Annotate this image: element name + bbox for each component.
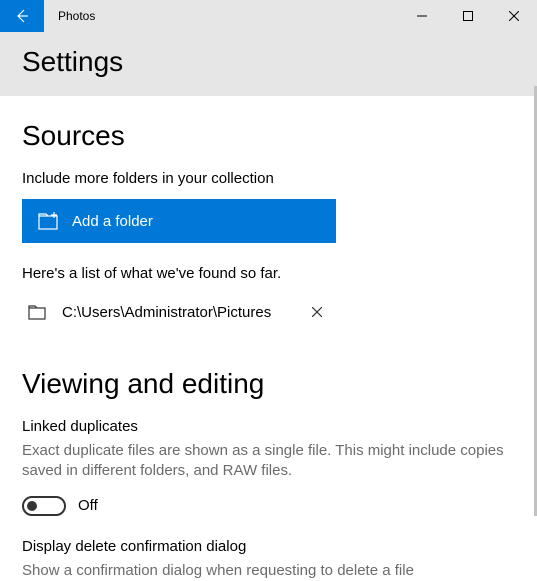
linked-duplicates-toggle-row: Off bbox=[22, 496, 515, 516]
close-icon bbox=[509, 11, 519, 21]
sources-heading: Sources bbox=[22, 120, 515, 152]
back-button[interactable] bbox=[0, 0, 44, 32]
remove-icon bbox=[312, 307, 322, 317]
found-so-far-text: Here's a list of what we've found so far… bbox=[22, 265, 515, 282]
app-title: Photos bbox=[58, 9, 399, 23]
minimize-button[interactable] bbox=[399, 0, 445, 32]
minimize-icon bbox=[417, 11, 427, 21]
window-controls bbox=[399, 0, 537, 32]
include-folders-text: Include more folders in your collection bbox=[22, 170, 515, 187]
delete-dialog-heading: Display delete confirmation dialog bbox=[22, 538, 515, 555]
add-folder-button[interactable]: Add a folder bbox=[22, 199, 336, 243]
folder-path: C:\Users\Administrator\Pictures bbox=[62, 304, 299, 321]
titlebar: Photos bbox=[0, 0, 537, 32]
maximize-icon bbox=[463, 11, 473, 21]
add-folder-label: Add a folder bbox=[72, 213, 153, 230]
maximize-button[interactable] bbox=[445, 0, 491, 32]
add-folder-icon bbox=[36, 209, 66, 233]
toggle-state-label: Off bbox=[78, 497, 98, 514]
content-area: Sources Include more folders in your col… bbox=[0, 96, 537, 581]
arrow-left-icon bbox=[14, 8, 30, 24]
page-title: Settings bbox=[22, 46, 515, 78]
page-header: Settings bbox=[0, 32, 537, 96]
viewing-editing-heading: Viewing and editing bbox=[22, 368, 515, 400]
linked-duplicates-heading: Linked duplicates bbox=[22, 418, 515, 435]
linked-duplicates-toggle[interactable] bbox=[22, 496, 66, 516]
linked-duplicates-desc: Exact duplicate files are shown as a sin… bbox=[22, 441, 515, 482]
remove-folder-button[interactable] bbox=[299, 294, 335, 330]
folder-row: C:\Users\Administrator\Pictures bbox=[22, 294, 515, 330]
delete-dialog-desc: Show a confirmation dialog when requesti… bbox=[22, 561, 515, 581]
toggle-knob bbox=[27, 501, 37, 511]
close-button[interactable] bbox=[491, 0, 537, 32]
folder-icon bbox=[22, 302, 52, 322]
